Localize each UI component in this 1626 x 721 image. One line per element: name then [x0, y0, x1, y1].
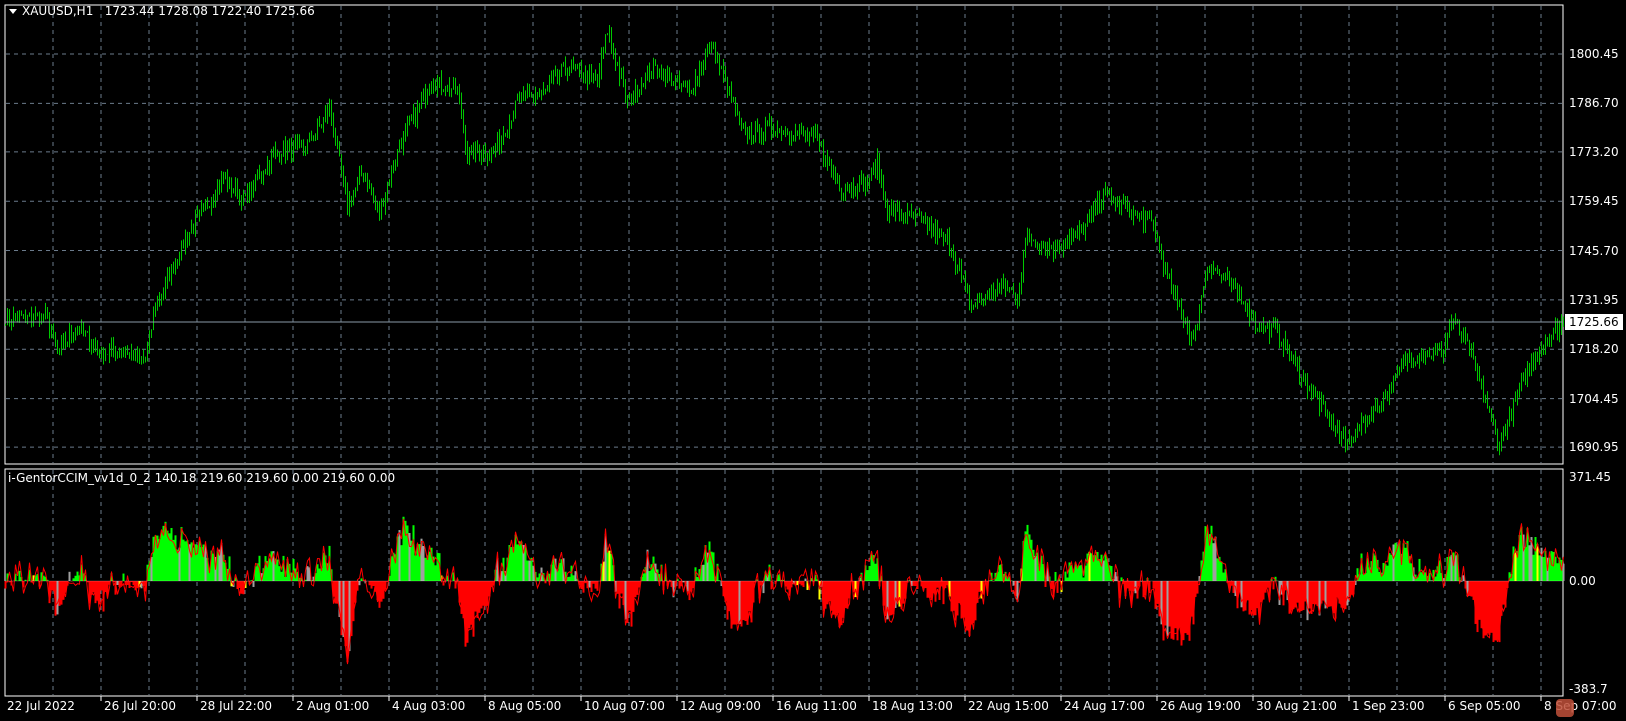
time-axis-label: 26 Jul 20:00	[104, 699, 176, 713]
price-axis-label: 1786.70	[1569, 96, 1619, 111]
time-axis-label: 30 Aug 21:00	[1256, 699, 1337, 713]
indicator-value: 0.00	[368, 471, 396, 485]
indicator-name: i-GentorCCIM_vv1d_0_2	[8, 471, 151, 485]
ohlc-high: 1728.08	[158, 4, 208, 18]
watermark-logo-icon	[1556, 699, 1574, 717]
time-axis-label: 10 Aug 07:00	[584, 699, 665, 713]
collapse-triangle-icon[interactable]	[9, 9, 17, 14]
time-axis-label: 8 Aug 05:00	[488, 699, 562, 713]
indicator-value: 219.60	[246, 471, 289, 485]
current-price-tag: 1725.66	[1565, 314, 1623, 330]
price-axis-label: 1718.20	[1569, 342, 1619, 357]
chart-title: XAUUSD,H1 1723.44 1728.08 1722.40 1725.6…	[22, 4, 315, 18]
price-axis-label: 1704.45	[1569, 391, 1619, 406]
indicator-value: 0.00	[292, 471, 319, 485]
time-axis-label: 8 Sep 07:00	[1544, 699, 1617, 713]
time-axis-label: 16 Aug 11:00	[776, 699, 857, 713]
ohlc-low: 1722.40	[211, 4, 262, 18]
indicator-histogram	[4, 516, 1565, 663]
time-axis-label: 18 Aug 13:00	[872, 699, 953, 713]
indicator-axis-zero: 0.00	[1569, 574, 1596, 588]
price-axis-label: 1773.20	[1569, 144, 1619, 159]
time-axis-label: 1 Sep 23:00	[1352, 699, 1425, 713]
indicator-value: 219.60	[200, 471, 243, 485]
time-axis-label: 4 Aug 03:00	[392, 699, 466, 713]
time-axis-label: 28 Jul 22:00	[200, 699, 272, 713]
indicator-value: 140.18	[154, 471, 197, 485]
price-axis-label: 1800.45	[1569, 47, 1619, 61]
price-bars	[5, 24, 1564, 456]
time-axis-label: 22 Jul 2022	[7, 699, 75, 713]
chart-canvas[interactable]	[0, 0, 1626, 721]
indicator-title: i-GentorCCIM_vv1d_0_2 140.18 219.60 219.…	[8, 471, 395, 485]
time-axis-label: 2 Aug 01:00	[296, 699, 370, 713]
time-axis-label: 6 Sep 05:00	[1448, 699, 1521, 713]
price-axis-label: 1731.95	[1569, 292, 1619, 307]
price-axis-label: 1759.45	[1569, 194, 1619, 209]
price-axis-label: 1745.70	[1569, 243, 1619, 258]
time-axis-label: 26 Aug 19:00	[1160, 699, 1241, 713]
symbol-label: XAUUSD,H1	[22, 4, 94, 18]
price-axis-label: 1690.95	[1569, 440, 1619, 455]
main-pane-frame	[4, 4, 1564, 465]
time-axis-label: 22 Aug 15:00	[968, 699, 1049, 713]
indicator-value: 219.60	[322, 471, 365, 485]
indicator-axis-max: 371.45	[1569, 470, 1611, 484]
indicator-axis-min: -383.7	[1569, 682, 1608, 696]
time-axis-label: 24 Aug 17:00	[1064, 699, 1145, 713]
ohlc-open: 1723.44	[104, 4, 155, 18]
time-axis-label: 12 Aug 09:00	[680, 699, 761, 713]
ohlc-close: 1725.66	[265, 4, 315, 18]
